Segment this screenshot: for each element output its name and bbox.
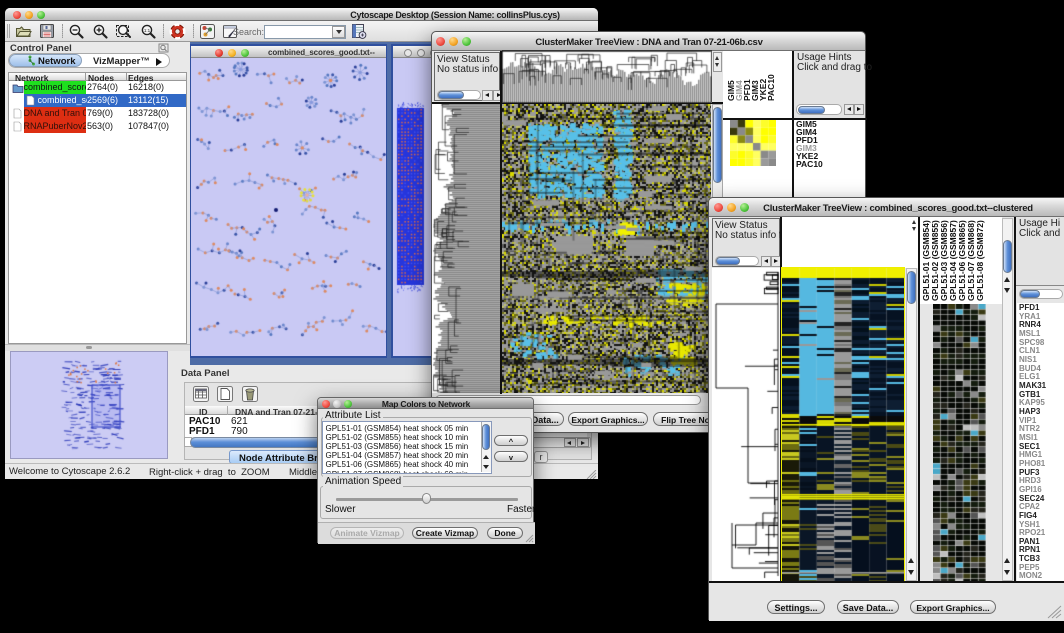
svg-text:1:1: 1:1 (144, 28, 151, 33)
